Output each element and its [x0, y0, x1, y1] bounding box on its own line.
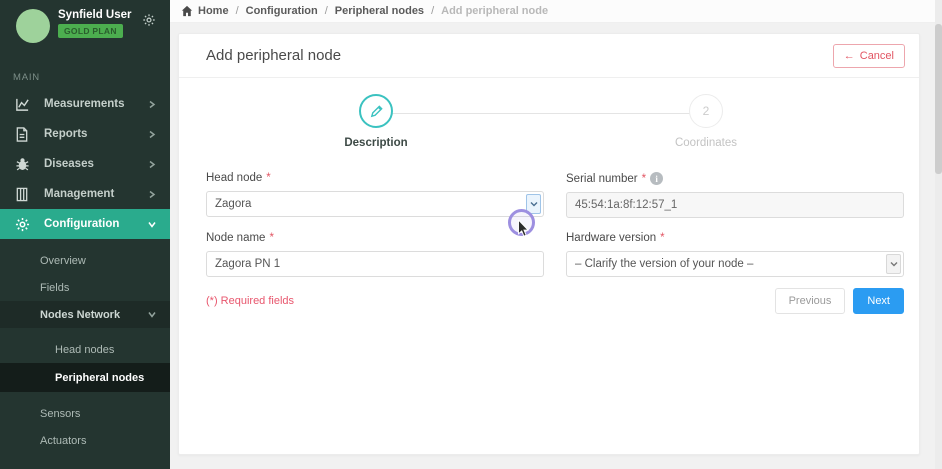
sidebar-item-label: Reports — [44, 128, 148, 140]
sidebar-subitem-label: Sensors — [40, 408, 80, 420]
pencil-icon — [359, 94, 393, 128]
wizard-steps: Description 2 Coordinates — [206, 94, 892, 166]
required-asterisk: * — [642, 173, 646, 185]
bug-icon — [14, 156, 30, 172]
cancel-button[interactable]: ← Cancel — [833, 44, 905, 68]
serial-number-input[interactable] — [566, 192, 904, 218]
cancel-label: Cancel — [860, 50, 894, 62]
management-icon — [14, 186, 30, 202]
scrollbar[interactable] — [935, 0, 942, 469]
wizard-navigation: Previous Next — [775, 288, 904, 314]
breadcrumb-separator: / — [325, 5, 328, 17]
sidebar-subitem-label: Actuators — [40, 435, 86, 447]
sidebar-subitem-head-nodes[interactable]: Head nodes — [0, 336, 170, 363]
wizard-step-label: Coordinates — [646, 137, 766, 149]
sidebar-subitem-label: Head nodes — [55, 344, 114, 356]
sidebar-subitem-nodes-network[interactable]: Nodes Network — [0, 301, 170, 328]
sidebar-item-configuration[interactable]: Configuration — [0, 209, 170, 239]
serial-number-field: Serial number * i — [566, 172, 904, 218]
hardware-version-label: Hardware version * — [566, 232, 904, 244]
sidebar-subitem-label: Peripheral nodes — [55, 372, 144, 384]
sidebar-item-management[interactable]: Management — [0, 179, 170, 209]
wizard-step-description[interactable]: Description — [316, 94, 436, 149]
back-arrow-icon: ← — [844, 50, 855, 62]
settings-gear-icon[interactable] — [142, 13, 156, 30]
wizard-step-coordinates[interactable]: 2 Coordinates — [646, 94, 766, 149]
hardware-version-field: Hardware version * – Clarify the version… — [566, 232, 904, 277]
sidebar-item-calendar[interactable]: Calendar — [0, 462, 170, 469]
chart-line-icon — [14, 96, 30, 112]
breadcrumb-separator: / — [236, 5, 239, 17]
sidebar-item-label: Management — [44, 188, 148, 200]
chevron-right-icon — [148, 190, 156, 199]
sidebar-item-measurements[interactable]: Measurements — [0, 89, 170, 119]
chevron-down-icon[interactable] — [526, 194, 541, 214]
required-asterisk: * — [660, 232, 664, 244]
chevron-down-icon[interactable] — [886, 254, 901, 274]
scrollbar-thumb[interactable] — [935, 24, 942, 174]
required-asterisk: * — [269, 232, 273, 244]
sidebar-item-label: Configuration — [44, 218, 148, 230]
avatar — [16, 9, 50, 43]
breadcrumb-configuration[interactable]: Configuration — [246, 5, 318, 17]
next-button[interactable]: Next — [853, 288, 904, 314]
info-icon[interactable]: i — [650, 172, 663, 185]
serial-number-label: Serial number * i — [566, 172, 904, 185]
main-content: Home / Configuration / Peripheral nodes … — [170, 0, 942, 469]
node-name-label: Node name * — [206, 232, 544, 244]
sidebar-subitem-actuators[interactable]: Actuators — [0, 427, 170, 454]
hardware-version-select[interactable]: – Clarify the version of your node – — [566, 251, 904, 277]
gear-icon — [14, 216, 30, 232]
sidebar: Synfield User GOLD PLAN MAIN Measurement… — [0, 0, 170, 469]
chevron-right-icon — [148, 100, 156, 109]
sidebar-item-diseases[interactable]: Diseases — [0, 149, 170, 179]
plan-badge: GOLD PLAN — [58, 24, 123, 38]
user-name: Synfield User — [58, 9, 132, 21]
sidebar-subitem-overview[interactable]: Overview — [0, 247, 170, 274]
report-icon — [14, 126, 30, 142]
sidebar-item-label: Diseases — [44, 158, 148, 170]
head-node-selected-value: Zagora — [215, 198, 251, 210]
previous-button[interactable]: Previous — [775, 288, 846, 314]
card-header: Add peripheral node ← Cancel — [179, 34, 919, 78]
sidebar-subitem-peripheral-nodes[interactable]: Peripheral nodes — [0, 363, 170, 392]
head-node-field: Head node * Zagora — [206, 172, 544, 218]
node-name-input[interactable] — [206, 251, 544, 277]
head-node-select[interactable]: Zagora — [206, 191, 544, 217]
user-block: Synfield User GOLD PLAN — [0, 0, 170, 54]
chevron-down-icon — [148, 220, 156, 229]
sidebar-subitem-sensors[interactable]: Sensors — [0, 400, 170, 427]
sidebar-item-reports[interactable]: Reports — [0, 119, 170, 149]
step-number: 2 — [689, 94, 723, 128]
sidebar-subitem-label: Overview — [40, 255, 86, 267]
hardware-version-selected-value: – Clarify the version of your node – — [575, 258, 753, 270]
sidebar-section-label: MAIN — [0, 54, 170, 89]
chevron-down-icon — [148, 310, 156, 319]
breadcrumb-home[interactable]: Home — [198, 5, 229, 17]
chevron-right-icon — [148, 130, 156, 139]
sidebar-subitem-label: Nodes Network — [40, 309, 120, 321]
breadcrumb-current: Add peripheral node — [441, 5, 548, 17]
required-asterisk: * — [266, 172, 270, 184]
breadcrumb-peripheral-nodes[interactable]: Peripheral nodes — [335, 5, 424, 17]
form-area: Head node * Zagora Serial number * i — [179, 166, 919, 277]
page-title: Add peripheral node — [206, 47, 341, 64]
sidebar-item-label: Measurements — [44, 98, 148, 110]
wizard-step-label: Description — [316, 137, 436, 149]
node-name-field: Node name * — [206, 232, 544, 277]
sidebar-subitem-label: Fields — [40, 282, 69, 294]
head-node-label: Head node * — [206, 172, 544, 184]
breadcrumb: Home / Configuration / Peripheral nodes … — [170, 0, 942, 23]
sidebar-subitem-fields[interactable]: Fields — [0, 274, 170, 301]
home-icon — [181, 5, 193, 17]
add-peripheral-node-card: Add peripheral node ← Cancel Description… — [178, 33, 920, 455]
breadcrumb-separator: / — [431, 5, 434, 17]
chevron-right-icon — [148, 160, 156, 169]
